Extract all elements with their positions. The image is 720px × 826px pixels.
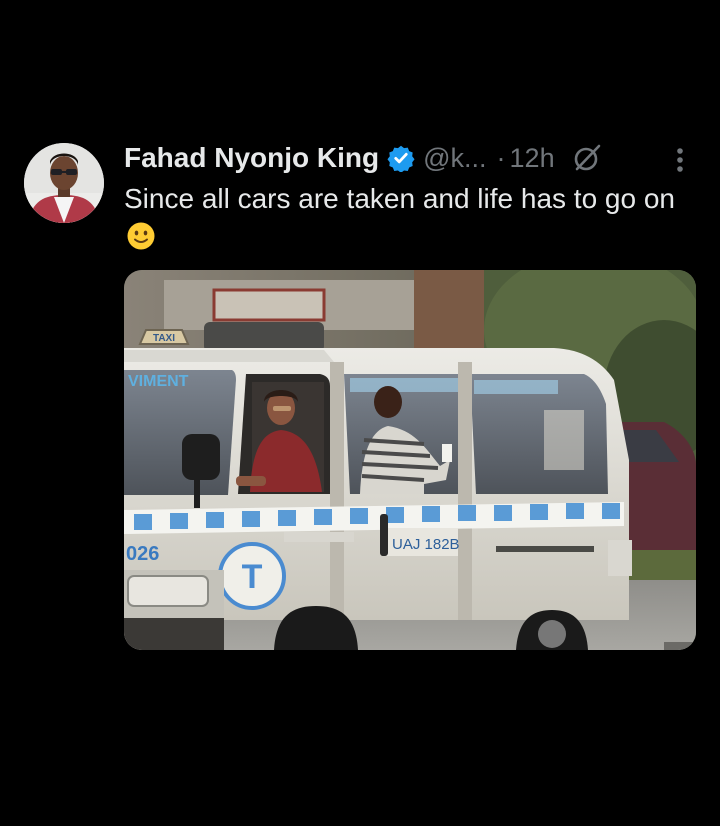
tweet[interactable]: Fahad Nyonjo King @k... · 12h Since all …: [0, 0, 720, 826]
grok-icon[interactable]: [571, 142, 603, 174]
tweet-body: Since all cars are taken and life has to…: [124, 183, 676, 214]
author-handle[interactable]: @k...: [423, 143, 486, 174]
author-display-name[interactable]: Fahad Nyonjo King: [124, 142, 379, 174]
tweet-text: Since all cars are taken and life has to…: [124, 180, 704, 256]
side-text: 026: [126, 543, 159, 565]
tweet-header: Fahad Nyonjo King @k... · 12h: [124, 138, 704, 178]
door-logo: T: [242, 558, 263, 596]
slightly-smiling-face-icon: [126, 221, 156, 251]
tweet-photo[interactable]: TAXI VIMENT UAJ 182B T 026: [124, 270, 696, 650]
more-options-icon[interactable]: [666, 145, 694, 175]
roof-sign-text: TAXI: [153, 333, 175, 344]
separator-dot: ·: [496, 142, 506, 173]
verified-badge-icon: [387, 144, 415, 173]
plate-text: UAJ 182B: [392, 536, 460, 553]
tweet-timestamp[interactable]: 12h: [510, 143, 555, 174]
author-avatar[interactable]: [24, 143, 104, 223]
windshield-text: VIMENT: [128, 373, 189, 390]
